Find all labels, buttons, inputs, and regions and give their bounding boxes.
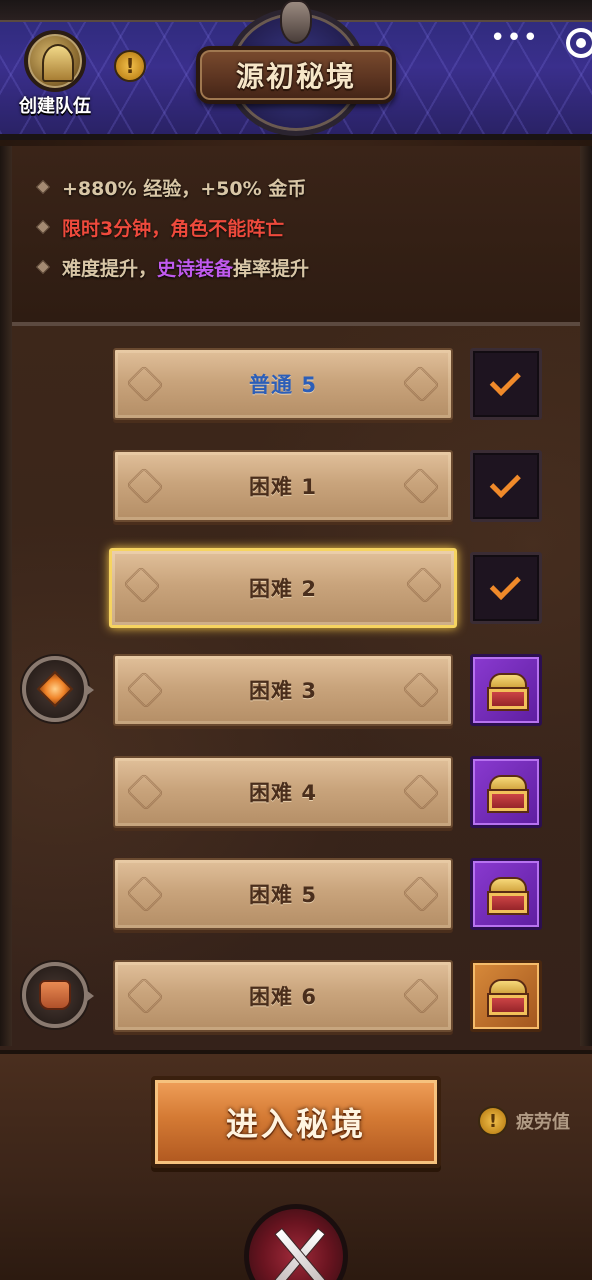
page-title: 源初秘境 [196, 46, 396, 104]
orange-gem-icon [36, 670, 74, 708]
info-line-suffix: 掉率提升 [233, 257, 310, 280]
create-team-button[interactable]: 创建队伍 [10, 30, 94, 117]
knot-ornament-icon [402, 467, 440, 505]
epic-gear-highlight: 史诗装备 [157, 257, 234, 280]
level-button-hard-4[interactable]: 困难 4 [113, 756, 453, 828]
skull-ornament-icon [280, 0, 312, 44]
level-button-normal-5[interactable]: 普通 5 [113, 348, 453, 420]
knot-ornament-icon [126, 467, 164, 505]
knot-ornament-icon [126, 875, 164, 913]
level-label: 困难 6 [249, 985, 317, 1009]
level-label: 普通 5 [249, 373, 317, 397]
info-line-difficulty: 难度提升， 史诗装备 掉率提升 [35, 252, 310, 282]
info-line-text: +880% 经验，+50% 金币 [62, 177, 307, 200]
treasure-chest-icon [487, 877, 529, 915]
level-status-box [470, 552, 542, 624]
level-status-box [470, 450, 542, 522]
exclamation-info-icon[interactable]: ! [114, 50, 146, 82]
fatigue-info[interactable]: ! 疲劳值 [478, 1104, 570, 1138]
create-team-label: 创建队伍 [19, 96, 91, 117]
more-dots-icon[interactable]: ••• [490, 25, 538, 54]
level-label: 困难 3 [249, 679, 317, 703]
exclamation-info-icon: ! [478, 1106, 508, 1136]
enter-dungeon-button[interactable]: 进入秘境 [151, 1076, 441, 1168]
capsule-close-icon[interactable] [566, 28, 592, 58]
frame-left-border [0, 146, 12, 1046]
level-button-hard-2[interactable]: 困难 2 [109, 548, 457, 628]
checkmark-icon [489, 364, 521, 397]
reward-preview-bubble[interactable] [22, 656, 94, 722]
epic-chest-reward[interactable] [470, 654, 542, 726]
legendary-chest-reward[interactable] [470, 960, 542, 1032]
frame-right-border [580, 146, 592, 1046]
info-line-text: 限时3分钟，角色不能阵亡 [62, 217, 285, 240]
knot-ornament-icon [402, 875, 440, 913]
checkmark-icon [489, 568, 521, 601]
checkmark-icon [489, 466, 521, 499]
level-row: 普通 5 [0, 348, 592, 424]
knot-ornament-icon [126, 773, 164, 811]
level-status-box [470, 348, 542, 420]
armor-icon [39, 980, 71, 1010]
knot-ornament-icon [123, 566, 161, 604]
knot-ornament-icon [126, 671, 164, 709]
diamond-bullet-icon [35, 219, 51, 235]
knot-ornament-icon [402, 977, 440, 1015]
level-button-hard-5[interactable]: 困难 5 [113, 858, 453, 930]
epic-chest-reward[interactable] [470, 858, 542, 930]
info-line-rewards: +880% 经验，+50% 金币 [35, 172, 307, 202]
level-button-hard-3[interactable]: 困难 3 [113, 654, 453, 726]
knot-ornament-icon [402, 365, 440, 403]
info-panel: +880% 经验，+50% 金币 限时3分钟，角色不能阵亡 难度提升， 史诗装备… [0, 146, 592, 326]
level-row: 困难 3 [0, 654, 592, 730]
treasure-chest-icon [487, 673, 529, 711]
level-row: 困难 6 [0, 960, 592, 1036]
diamond-bullet-icon [35, 179, 51, 195]
info-line-prefix: 难度提升， [62, 257, 158, 280]
treasure-chest-icon [487, 979, 529, 1017]
level-button-hard-1[interactable]: 困难 1 [113, 450, 453, 522]
level-row: 困难 1 [0, 450, 592, 526]
level-row: 困难 4 [0, 756, 592, 832]
epic-chest-reward[interactable] [470, 756, 542, 828]
level-row: 困难 2 [0, 548, 592, 628]
knot-ornament-icon [405, 566, 443, 604]
fatigue-label: 疲劳值 [516, 1112, 570, 1133]
info-line-time-limit: 限时3分钟，角色不能阵亡 [35, 212, 285, 242]
diamond-bullet-icon [35, 259, 51, 275]
knot-ornament-icon [126, 977, 164, 1015]
level-label: 困难 4 [249, 781, 317, 805]
level-button-hard-6[interactable]: 困难 6 [113, 960, 453, 1032]
treasure-chest-icon [487, 775, 529, 813]
knot-ornament-icon [126, 365, 164, 403]
level-row: 困难 5 [0, 858, 592, 934]
reward-preview-bubble[interactable] [22, 962, 94, 1028]
knot-ornament-icon [402, 671, 440, 709]
level-label: 困难 5 [249, 883, 317, 907]
header-banner: 源初秘境 创建队伍 ! ••• [0, 0, 592, 140]
knot-ornament-icon [402, 773, 440, 811]
levels-list: 普通 5 困难 1 困难 2 困难 3 困难 4 困难 5 困难 6 [0, 326, 592, 1050]
horn-icon [24, 30, 86, 92]
level-label: 困难 1 [249, 475, 317, 499]
level-label: 困难 2 [249, 577, 317, 601]
